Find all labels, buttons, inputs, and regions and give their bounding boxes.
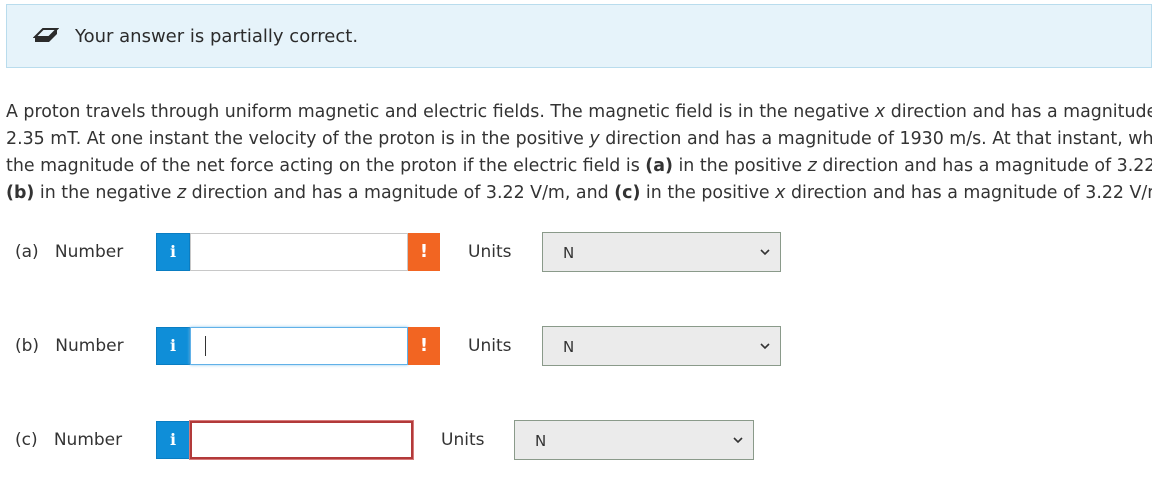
problem-text-run: x [775,183,786,203]
problem-text-run: in the positive [672,156,808,176]
problem-line: the magnitude of the net force acting on… [6,153,1152,180]
part-label: (a) Number [15,242,123,262]
problem-statement: A proton travels through uniform magneti… [6,99,1152,207]
part-letter: (a) [15,242,39,262]
units-selected-value: N [563,244,575,262]
problem-line: (b) in the negative z direction and has … [6,180,1152,207]
problem-text-run: the magnitude of the net force acting on… [6,156,646,176]
feedback-message: Your answer is partially correct. [75,26,359,47]
problem-text-run: direction and has a magnitude of 3.22 V/… [785,183,1152,203]
problem-text-run: x [874,102,886,122]
number-input-a[interactable] [190,233,408,271]
units-selected-value: N [563,338,575,356]
problem-line: 2.35 mT. At one instant the velocity of … [6,126,1152,153]
eraser-pencil-icon [33,28,59,42]
number-label: Number [53,430,123,450]
problem-text-run: z [176,183,187,203]
units-label: Units [441,430,485,450]
number-input-b[interactable] [190,327,408,365]
units-label: Units [468,336,512,356]
chevron-down-icon [760,343,770,350]
chevron-down-icon [760,249,770,256]
problem-text-run: 2.35 mT. At one instant the velocity of … [6,129,590,149]
warning-icon[interactable]: ! [408,327,440,365]
part-letter: (b) [15,336,40,356]
answer-row-b: (b) Number i ! Units N [0,326,1152,367]
chevron-down-icon [733,437,743,444]
text-caret [205,336,206,356]
problem-text-run: z [807,156,817,176]
part-letter: (c) [15,430,38,450]
number-label: Number [54,242,124,262]
number-input-c[interactable] [190,421,413,459]
units-selected-value: N [535,432,547,450]
answer-row-a: (a) Number i ! Units N [0,232,1152,273]
units-label: Units [468,242,512,262]
part-label: (b) Number [15,336,124,356]
problem-text-run: (c) [614,183,641,203]
units-select-a[interactable]: N [542,232,781,272]
problem-text-run: direction and has a magnitude of 3.22 V/… [822,156,1152,176]
warning-icon[interactable]: ! [408,233,440,271]
problem-line: A proton travels through uniform magneti… [6,99,1152,126]
problem-text-run: direction and has a magnitude of 3.22 V/… [186,183,615,203]
part-label: (c) Number [15,430,122,450]
problem-text-run: (a) [645,156,673,176]
problem-text-run: y [589,129,600,149]
problem-text-run: in the negative [34,183,177,203]
answer-row-c: (c) Number i Units N [0,420,1152,461]
units-select-c[interactable]: N [514,420,754,460]
info-icon[interactable]: i [156,233,190,271]
problem-text-run: direction and has a magnitude of [885,102,1152,122]
problem-text-run: A proton travels through uniform magneti… [6,102,875,122]
feedback-banner: Your answer is partially correct. [6,4,1152,68]
problem-text-run: (b) [6,183,35,203]
problem-text-run: in the positive [640,183,776,203]
units-select-b[interactable]: N [542,326,781,366]
problem-text-run: direction and has a magnitude of 1930 m/… [599,129,1152,149]
info-icon[interactable]: i [156,327,190,365]
info-icon[interactable]: i [156,421,190,459]
number-label: Number [55,336,124,356]
